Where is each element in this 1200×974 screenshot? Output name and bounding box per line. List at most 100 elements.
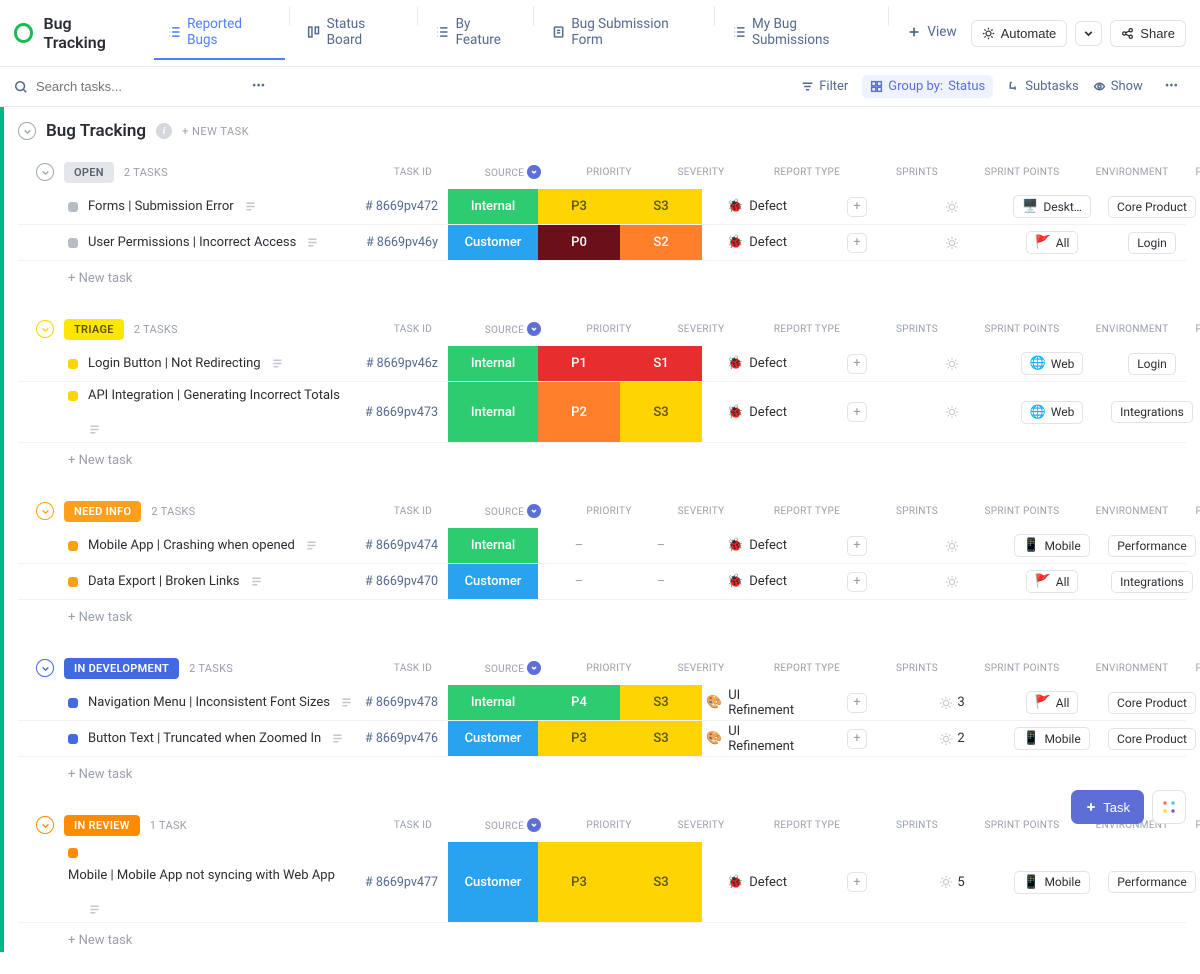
source-filter-icon[interactable] — [527, 165, 541, 179]
source-cell[interactable]: Internal — [448, 528, 538, 563]
group-collapse-button[interactable] — [36, 816, 54, 834]
name-cell[interactable]: API Integration | Generating Incorrect T… — [18, 382, 358, 442]
environment-cell[interactable]: 🚩All — [1002, 564, 1102, 599]
sprint-points-cell[interactable] — [902, 346, 1002, 381]
task-row[interactable]: API Integration | Generating Incorrect T… — [18, 382, 1186, 443]
column-header[interactable]: TASK ID — [368, 163, 458, 182]
name-cell[interactable]: Button Text | Truncated when Zoomed In — [18, 721, 358, 756]
source-cell[interactable]: Internal — [448, 346, 538, 381]
apps-fab[interactable] — [1152, 790, 1186, 824]
column-header[interactable]: ENVIRONMENT — [1082, 502, 1182, 521]
tab-reported-bugs[interactable]: Reported Bugs — [154, 6, 285, 60]
task-id-cell[interactable]: # 8669pv477 — [358, 842, 448, 922]
sprints-cell[interactable]: + — [812, 225, 902, 260]
task-id-cell[interactable]: # 8669pv470 — [358, 564, 448, 599]
new-task-top-button[interactable]: + NEW TASK — [182, 125, 249, 138]
tab-bug-submission-form[interactable]: Bug Submission Form — [538, 6, 710, 60]
column-header[interactable]: PRODUCT FEATURE — [1192, 320, 1200, 339]
column-header[interactable]: SEVERITY — [660, 659, 742, 678]
sprints-cell[interactable]: + — [812, 685, 902, 720]
column-header[interactable]: TASK ID — [368, 816, 458, 835]
source-filter-icon[interactable] — [527, 818, 541, 832]
sprints-cell[interactable]: + — [812, 564, 902, 599]
task-id-cell[interactable]: # 8669pv472 — [358, 189, 448, 224]
source-cell[interactable]: Customer — [448, 721, 538, 756]
status-tag[interactable]: TRIAGE — [64, 319, 124, 340]
info-icon[interactable]: i — [156, 123, 172, 139]
automate-button[interactable]: Automate — [971, 20, 1068, 47]
report-type-cell[interactable]: 🐞Defect — [702, 842, 812, 922]
column-header[interactable]: SPRINT POINTS — [972, 502, 1072, 521]
column-header[interactable]: SOURCE — [468, 161, 558, 183]
severity-cell[interactable]: S3 — [620, 842, 702, 922]
environment-cell[interactable]: 📱Mobile — [1002, 842, 1102, 922]
task-id-cell[interactable]: # 8669pv476 — [358, 721, 448, 756]
name-cell[interactable]: Mobile | Mobile App not syncing with Web… — [18, 842, 358, 922]
severity-cell[interactable]: S3 — [620, 721, 702, 756]
source-filter-icon[interactable] — [527, 661, 541, 675]
priority-cell[interactable]: P2 — [538, 382, 620, 442]
search-more-button[interactable]: ••• — [244, 79, 273, 94]
groupby-button[interactable]: Group by: Status — [862, 75, 993, 98]
collapse-all-button[interactable] — [18, 122, 36, 140]
environment-cell[interactable]: 🖥️Deskt… — [1002, 189, 1102, 224]
report-type-cell[interactable]: 🐞Defect — [702, 189, 812, 224]
column-header[interactable]: TASK ID — [368, 320, 458, 339]
sprint-points-cell[interactable] — [902, 189, 1002, 224]
status-tag[interactable]: IN DEVELOPMENT — [64, 658, 179, 679]
sprints-cell[interactable]: + — [812, 382, 902, 442]
source-cell[interactable]: Customer — [448, 842, 538, 922]
add-sprint-button[interactable]: + — [847, 536, 867, 556]
task-row[interactable]: Login Button | Not Redirecting # 8669pv4… — [18, 346, 1186, 382]
feature-cell[interactable]: Integrations — [1102, 382, 1200, 442]
column-header[interactable]: SPRINTS — [872, 659, 962, 678]
environment-cell[interactable]: 🌐Web — [1002, 346, 1102, 381]
source-filter-icon[interactable] — [527, 322, 541, 336]
report-type-cell[interactable]: 🐞Defect — [702, 564, 812, 599]
task-row[interactable]: Forms | Submission Error # 8669pv472 Int… — [18, 189, 1186, 225]
column-header[interactable]: ENVIRONMENT — [1082, 659, 1182, 678]
group-collapse-button[interactable] — [36, 320, 54, 338]
report-type-cell[interactable]: 🐞Defect — [702, 346, 812, 381]
feature-cell[interactable]: Performance — [1102, 842, 1200, 922]
source-cell[interactable]: Internal — [448, 685, 538, 720]
toolbar-more-button[interactable]: ••• — [1157, 79, 1186, 94]
column-header[interactable]: PRODUCT FEATURE — [1192, 816, 1200, 835]
column-header[interactable]: SEVERITY — [660, 502, 742, 521]
priority-cell[interactable]: – — [538, 564, 620, 599]
name-cell[interactable]: Navigation Menu | Inconsistent Font Size… — [18, 685, 358, 720]
sprints-cell[interactable]: + — [812, 528, 902, 563]
add-sprint-button[interactable]: + — [847, 402, 867, 422]
search-input[interactable] — [36, 79, 236, 94]
sprints-cell[interactable]: + — [812, 721, 902, 756]
report-type-cell[interactable]: 🎨UI Refinement — [702, 685, 812, 720]
task-id-cell[interactable]: # 8669pv473 — [358, 382, 448, 442]
sprint-points-cell[interactable] — [902, 564, 1002, 599]
priority-cell[interactable]: P0 — [538, 225, 620, 260]
column-header[interactable]: PRODUCT FEATURE — [1192, 659, 1200, 678]
task-row[interactable]: Data Export | Broken Links # 8669pv470 C… — [18, 564, 1186, 600]
environment-cell[interactable]: 🚩All — [1002, 685, 1102, 720]
task-row[interactable]: User Permissions | Incorrect Access # 86… — [18, 225, 1186, 261]
add-sprint-button[interactable]: + — [847, 872, 867, 892]
report-type-cell[interactable]: 🎨UI Refinement — [702, 721, 812, 756]
tab-by-feature[interactable]: By Feature — [422, 6, 529, 60]
column-header[interactable]: TASK ID — [368, 502, 458, 521]
add-view-button[interactable]: View — [893, 6, 970, 60]
severity-cell[interactable]: S3 — [620, 382, 702, 442]
severity-cell[interactable]: S3 — [620, 189, 702, 224]
task-id-cell[interactable]: # 8669pv478 — [358, 685, 448, 720]
column-header[interactable]: REPORT TYPE — [752, 502, 862, 521]
column-header[interactable]: ENVIRONMENT — [1082, 163, 1182, 182]
group-collapse-button[interactable] — [36, 659, 54, 677]
sprint-points-cell[interactable] — [902, 528, 1002, 563]
sprint-points-cell[interactable]: 5 — [902, 842, 1002, 922]
name-cell[interactable]: Forms | Submission Error — [18, 189, 358, 224]
tab-status-board[interactable]: Status Board — [293, 6, 413, 60]
name-cell[interactable]: Login Button | Not Redirecting — [18, 346, 358, 381]
feature-cell[interactable]: Core Product — [1102, 189, 1200, 224]
add-sprint-button[interactable]: + — [847, 197, 867, 217]
priority-cell[interactable]: P3 — [538, 189, 620, 224]
feature-cell[interactable]: Performance — [1102, 528, 1200, 563]
add-sprint-button[interactable]: + — [847, 572, 867, 592]
